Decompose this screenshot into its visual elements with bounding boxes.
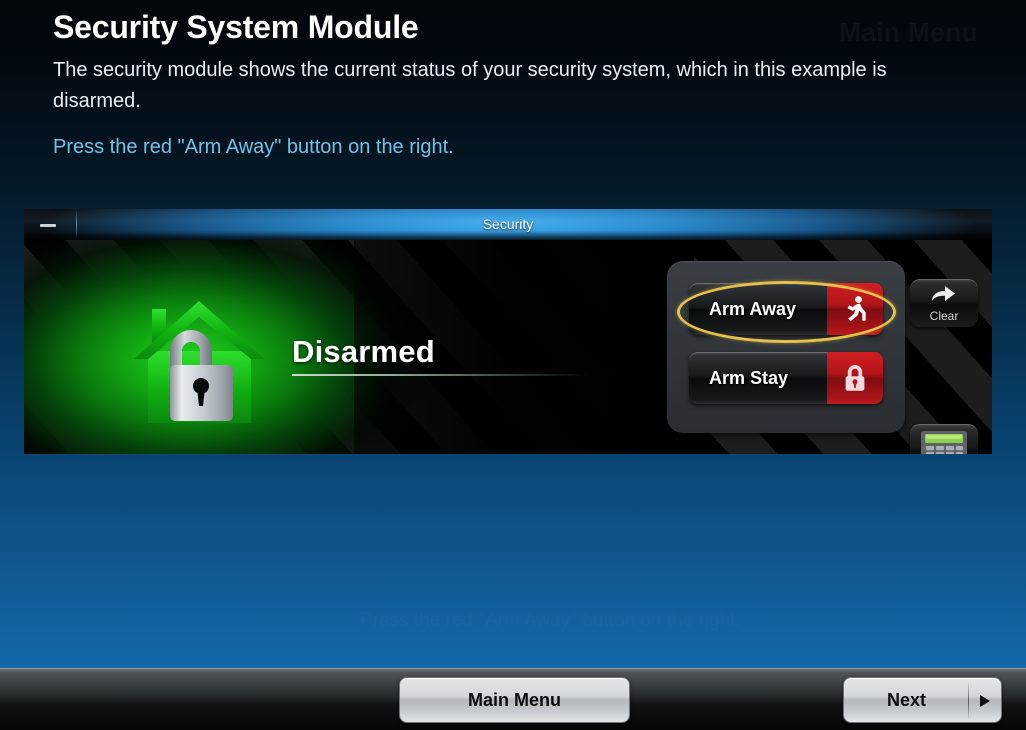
ghost-text-top-right: Main Menu (839, 17, 978, 47)
status-underline (292, 374, 589, 376)
chevron-right-icon (980, 695, 990, 707)
titlebar-divider (76, 211, 77, 238)
bottom-navigation-bar: Main Menu Next (0, 668, 1026, 730)
next-label: Next (886, 690, 926, 710)
ghost-text-middle: Press the red "Arm Away" button on the r… (360, 610, 741, 631)
security-window-body: Disarmed Arm Away Arm Stay Clear (24, 240, 992, 454)
padlock-closed-icon (827, 352, 883, 404)
header: Security System Module The security modu… (53, 6, 973, 161)
status-label: Disarmed (292, 334, 435, 369)
clear-label: Clear (929, 309, 959, 323)
status-display: Disarmed (292, 334, 592, 376)
security-window-titlebar: Security (24, 209, 992, 240)
arm-stay-label: Arm Stay (709, 368, 789, 388)
arm-away-button[interactable]: Arm Away (689, 283, 883, 335)
next-button[interactable]: Next (843, 677, 1002, 723)
security-window-title: Security (482, 216, 534, 232)
main-menu-label: Main Menu (468, 690, 561, 710)
security-window: Security Disarmed Arm Away Arm Stay Clea… (24, 209, 992, 454)
page-title: Security System Module (53, 9, 419, 45)
next-button-divider (968, 683, 969, 719)
tutorial-screen: Security System Module The security modu… (0, 0, 1026, 730)
main-menu-button[interactable]: Main Menu (399, 677, 630, 723)
arm-stay-button[interactable]: Arm Stay (689, 352, 883, 404)
running-person-icon (827, 283, 883, 335)
arm-button-panel: Arm Away Arm Stay (667, 261, 905, 433)
module-description: The security module shows the current st… (53, 59, 887, 112)
instruction-text: Press the red "Arm Away" button on the r… (53, 136, 454, 158)
minimize-icon[interactable] (32, 213, 68, 235)
clear-button[interactable]: Clear (910, 279, 978, 327)
arm-away-label: Arm Away (709, 299, 797, 319)
keypad-button[interactable] (910, 424, 978, 454)
house-unlocked-icon (122, 289, 277, 439)
